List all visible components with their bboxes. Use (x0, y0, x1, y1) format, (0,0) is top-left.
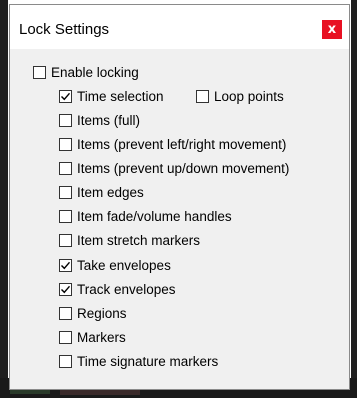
checkbox-box[interactable] (59, 355, 72, 368)
checkbox-label: Track envelopes (77, 282, 176, 297)
take-envelopes-checkbox[interactable]: Take envelopes (59, 258, 171, 273)
checkbox-box[interactable] (59, 210, 72, 223)
background-left-edge (0, 0, 8, 398)
close-icon: x (327, 22, 337, 37)
checkbox-box[interactable] (59, 307, 72, 320)
loop-points-checkbox[interactable]: Loop points (196, 89, 284, 104)
checkbox-label: Item stretch markers (77, 233, 201, 248)
checkbox-box[interactable] (59, 259, 72, 272)
checkbox-label: Items (prevent up/down movement) (77, 161, 290, 176)
enable-locking-checkbox[interactable]: Enable locking (33, 65, 139, 80)
items-prevent-up-down-checkbox[interactable]: Items (prevent up/down movement) (59, 161, 289, 176)
checkbox-box[interactable] (59, 283, 72, 296)
checkbox-label: Take envelopes (77, 258, 171, 273)
title-bar[interactable]: Lock Settings x (10, 5, 349, 49)
checkbox-label: Items (prevent left/right movement) (77, 137, 287, 152)
checkbox-box[interactable] (59, 234, 72, 247)
time-selection-checkbox[interactable]: Time selection (59, 89, 164, 104)
checkbox-box[interactable] (59, 186, 72, 199)
item-edges-checkbox[interactable]: Item edges (59, 185, 144, 200)
lock-settings-dialog: Lock Settings x Enable locking Time sele… (9, 4, 350, 390)
dialog-body: Enable locking Time selection Loop point… (10, 49, 349, 389)
checkbox-label: Time selection (77, 89, 164, 104)
items-full-checkbox[interactable]: Items (full) (59, 113, 140, 128)
checkbox-box[interactable] (59, 114, 72, 127)
close-button[interactable]: x (322, 20, 342, 39)
markers-checkbox[interactable]: Markers (59, 330, 126, 345)
checkbox-label: Item edges (77, 185, 144, 200)
items-prevent-left-right-checkbox[interactable]: Items (prevent left/right movement) (59, 137, 286, 152)
checkbox-box[interactable] (59, 162, 72, 175)
checkbox-label: Regions (77, 306, 127, 321)
checkbox-label: Items (full) (77, 113, 141, 128)
checkbox-label: Time signature markers (77, 354, 219, 369)
track-envelopes-checkbox[interactable]: Track envelopes (59, 282, 176, 297)
checkbox-box[interactable] (59, 138, 72, 151)
checkbox-box[interactable] (59, 90, 72, 103)
checkbox-box[interactable] (33, 66, 46, 79)
checkbox-label: Item fade/volume handles (77, 209, 232, 224)
checkbox-label: Loop points (214, 89, 284, 104)
checkbox-box[interactable] (196, 90, 209, 103)
regions-checkbox[interactable]: Regions (59, 306, 127, 321)
item-fade-volume-handles-checkbox[interactable]: Item fade/volume handles (59, 209, 232, 224)
item-stretch-markers-checkbox[interactable]: Item stretch markers (59, 233, 200, 248)
time-signature-markers-checkbox[interactable]: Time signature markers (59, 354, 218, 369)
checkbox-box[interactable] (59, 331, 72, 344)
background-right-edge (351, 0, 357, 398)
checkbox-label: Markers (77, 330, 126, 345)
dialog-title: Lock Settings (19, 21, 110, 38)
checkbox-label: Enable locking (51, 65, 139, 80)
